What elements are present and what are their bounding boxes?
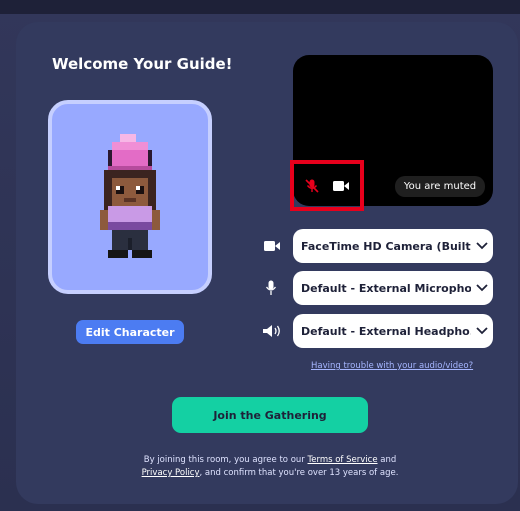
legal-notice: By joining this room, you agree to our T… <box>120 454 420 480</box>
top-strip <box>0 0 520 14</box>
av-help-link[interactable]: Having trouble with your audio/video? <box>311 361 473 371</box>
camera-icon <box>264 241 280 251</box>
page-title: Welcome Your Guide! <box>52 55 233 73</box>
speaker-icon <box>263 325 280 337</box>
camera-select-value: FaceTime HD Camera (Built... <box>301 239 471 253</box>
chevron-down-icon <box>471 327 493 335</box>
chevron-down-icon <box>471 242 493 250</box>
camera-select[interactable]: FaceTime HD Camera (Built... <box>293 229 493 263</box>
legal-text-1: By joining this room, you agree to our <box>143 455 308 465</box>
legal-text-3: , and confirm that you're over 13 years … <box>199 468 399 478</box>
privacy-policy-link[interactable]: Privacy Policy <box>142 468 200 478</box>
speaker-select[interactable]: Default - External Headpho... <box>293 314 493 348</box>
app-frame: Welcome Your Guide! Edit Character You a… <box>0 0 520 511</box>
speaker-select-value: Default - External Headpho... <box>301 324 471 338</box>
muted-status-badge: You are muted <box>395 176 485 197</box>
avatar <box>100 134 160 258</box>
microphone-icon <box>265 280 277 295</box>
microphone-select[interactable]: Default - External Micropho... <box>293 271 493 305</box>
avatar-preview <box>48 100 212 294</box>
edit-character-button[interactable]: Edit Character <box>76 320 184 344</box>
legal-text-2: and <box>377 455 397 465</box>
chevron-down-icon <box>471 284 493 292</box>
microphone-select-value: Default - External Micropho... <box>301 281 471 295</box>
highlight-box <box>290 160 364 211</box>
terms-of-service-link[interactable]: Terms of Service <box>308 455 378 465</box>
join-gathering-button[interactable]: Join the Gathering <box>172 397 368 433</box>
